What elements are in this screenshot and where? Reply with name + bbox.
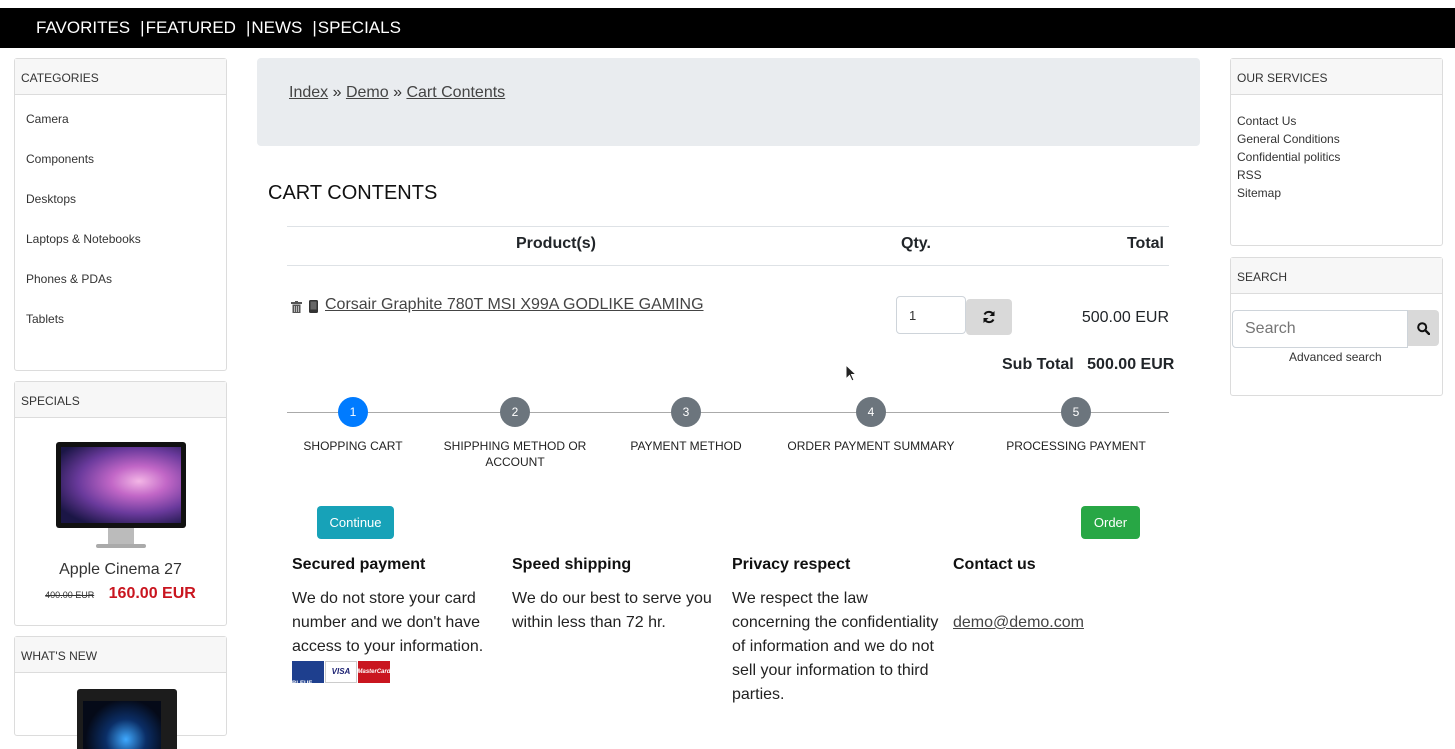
category-phones-pdas[interactable]: Phones & PDAs: [26, 267, 226, 307]
nav-separator: |: [245, 18, 251, 37]
nav-news[interactable]: NEWS: [251, 18, 302, 38]
special-product-name[interactable]: Apple Cinema 27: [15, 561, 226, 579]
nav-featured[interactable]: FEATURED: [146, 18, 236, 38]
specials-box: SPECIALS Apple Cinema 27 400.00 EUR 160.…: [14, 381, 227, 626]
step-5-label: PROCESSING PAYMENT: [1006, 439, 1146, 453]
checkout-progress-line: [287, 412, 1169, 413]
breadcrumb-demo[interactable]: Demo: [346, 84, 389, 101]
service-confidential-politics[interactable]: Confidential politics: [1237, 150, 1442, 168]
search-icon: [1417, 321, 1430, 335]
speed-shipping-title: Speed shipping: [512, 556, 632, 573]
categories-box: CATEGORIES Camera Components Desktops La…: [14, 58, 227, 371]
whats-new-title: WHAT'S NEW: [15, 637, 226, 673]
nav-specials[interactable]: SPECIALS: [318, 18, 401, 38]
carte-bleue-icon: CARTE BLEUE: [292, 657, 324, 687]
privacy-text: We respect the law concerning the confid…: [732, 590, 939, 703]
subtotal-value: 500.00 EUR: [1087, 356, 1175, 373]
services-box: OUR SERVICES Contact Us General Conditio…: [1230, 58, 1443, 246]
service-rss[interactable]: RSS: [1237, 168, 1442, 186]
secured-payment-section: Secured payment We do not store your car…: [292, 553, 492, 687]
contact-title: Contact us: [953, 556, 1036, 573]
step-3-label: PAYMENT METHOD: [630, 439, 742, 453]
category-camera[interactable]: Camera: [26, 107, 226, 147]
cart-product-link[interactable]: Corsair Graphite 780T MSI X99A GODLIKE G…: [325, 296, 704, 314]
breadcrumb-index[interactable]: Index: [289, 84, 328, 101]
continue-button[interactable]: Continue: [317, 506, 394, 539]
whats-new-product-image[interactable]: [77, 689, 177, 749]
advanced-search-link[interactable]: Advanced search: [1289, 350, 1382, 364]
nav-separator: |: [140, 18, 145, 37]
category-laptops-notebooks[interactable]: Laptops & Notebooks: [26, 227, 226, 267]
search-input[interactable]: [1232, 310, 1408, 348]
top-navigation: FAVORITES | FEATURED | NEWS | SPECIALS: [0, 8, 1455, 48]
special-old-price: 400.00 EUR: [45, 590, 95, 600]
secured-payment-title: Secured payment: [292, 556, 426, 573]
categories-list: Camera Components Desktops Laptops & Not…: [15, 95, 226, 347]
cart-row: Corsair Graphite 780T MSI X99A GODLIKE G…: [287, 226, 1169, 335]
breadcrumb-separator: »: [393, 84, 402, 101]
step-4-label: ORDER PAYMENT SUMMARY: [787, 439, 955, 453]
nav-favorites[interactable]: FAVORITES: [36, 18, 130, 38]
step-2-circle: 2: [500, 397, 530, 427]
refresh-icon: [983, 310, 995, 324]
service-contact-us[interactable]: Contact Us: [1237, 114, 1442, 132]
line-total: 500.00 EUR: [1081, 309, 1169, 326]
payment-cards: CARTE BLEUE VISA MasterCard: [292, 657, 492, 687]
step-5-circle: 5: [1061, 397, 1091, 427]
step-2-label: SHIPPHING METHOD OR ACCOUNT: [443, 439, 587, 469]
category-tablets[interactable]: Tablets: [26, 307, 226, 347]
step-3-circle: 3: [671, 397, 701, 427]
services-title: OUR SERVICES: [1231, 59, 1442, 95]
quantity-input[interactable]: [896, 296, 966, 334]
page-title: CART CONTENTS: [268, 182, 438, 204]
apple-cinema-image[interactable]: [55, 442, 186, 554]
subtotal-label: Sub Total: [1002, 356, 1074, 373]
phone-icon: [309, 300, 318, 313]
step-4-circle: 4: [856, 397, 886, 427]
category-desktops[interactable]: Desktops: [26, 187, 226, 227]
nav-separator: |: [312, 18, 317, 37]
subtotal: Sub Total 500.00 EUR: [1002, 356, 1174, 374]
services-list: Contact Us General Conditions Confidenti…: [1231, 95, 1442, 204]
mastercard-icon: MasterCard: [358, 661, 391, 683]
categories-title: CATEGORIES: [15, 59, 226, 95]
search-button[interactable]: [1408, 310, 1439, 346]
step-1-label: SHOPPING CART: [303, 439, 403, 453]
privacy-title: Privacy respect: [732, 556, 851, 573]
service-general-conditions[interactable]: General Conditions: [1237, 132, 1442, 150]
mouse-cursor-icon: [845, 364, 857, 382]
contact-email-link[interactable]: demo@demo.com: [953, 614, 1084, 631]
special-new-price: 160.00 EUR: [108, 585, 196, 602]
contact-section: Contact us demo@demo.com: [953, 553, 1153, 635]
visa-icon: VISA: [325, 661, 357, 683]
update-quantity-button[interactable]: [966, 299, 1012, 335]
step-1-circle: 1: [338, 397, 368, 427]
speed-shipping-text: We do our best to serve you within less …: [512, 590, 712, 631]
specials-title: SPECIALS: [15, 382, 226, 418]
order-button[interactable]: Order: [1081, 506, 1140, 539]
privacy-section: Privacy respect We respect the law conce…: [732, 553, 947, 707]
breadcrumb: Index » Demo » Cart Contents: [257, 58, 1200, 146]
trash-icon[interactable]: [291, 301, 302, 313]
category-components[interactable]: Components: [26, 147, 226, 187]
service-sitemap[interactable]: Sitemap: [1237, 186, 1442, 204]
whats-new-box: WHAT'S NEW: [14, 636, 227, 749]
search-title: SEARCH: [1231, 258, 1442, 294]
breadcrumb-separator: »: [332, 84, 342, 101]
speed-shipping-section: Speed shipping We do our best to serve y…: [512, 553, 722, 635]
breadcrumb-cart-contents[interactable]: Cart Contents: [406, 84, 505, 101]
